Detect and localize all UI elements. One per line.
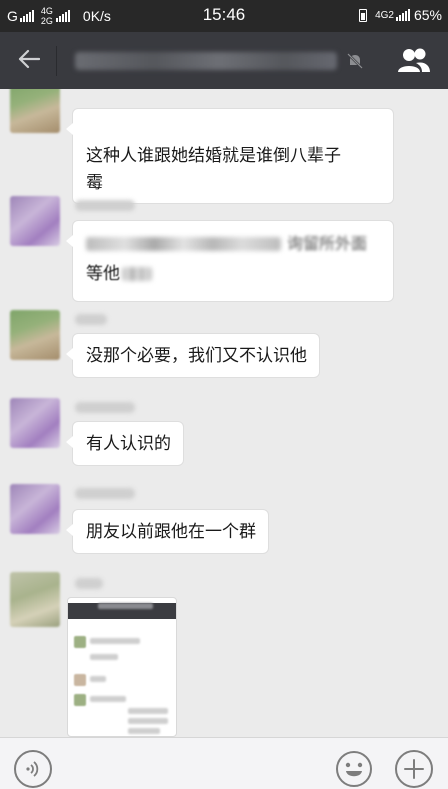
back-button[interactable] [14, 44, 44, 74]
emoji-button[interactable] [335, 750, 373, 788]
thumbnail-avatar [74, 674, 86, 686]
muted-bell-icon [347, 53, 363, 69]
avatar[interactable] [10, 196, 60, 246]
blurred-text [86, 237, 281, 251]
message-text: 朋友以前跟他在一个群 [86, 522, 256, 542]
chat-title-bar [0, 32, 448, 89]
avatar[interactable] [10, 484, 60, 534]
message-text: 没那个必要，我们又不认识他 [86, 346, 307, 366]
battery-percent: 65% [413, 7, 442, 23]
thumbnail-row [128, 728, 160, 734]
signal-icon-3 [395, 9, 411, 21]
thumbnail-header [68, 603, 176, 619]
blurred-text [122, 267, 152, 281]
group-members-button[interactable] [396, 46, 432, 76]
avatar[interactable] [10, 572, 60, 627]
network-right-label: 4G2 [375, 9, 394, 21]
message-bubble[interactable]: 询留所外面 等他 [66, 220, 394, 302]
message-text: 有人认识的 [86, 434, 171, 454]
voice-input-button[interactable] [14, 750, 52, 788]
sender-nickname-blurred [75, 578, 103, 589]
chat-input-bar [0, 737, 448, 789]
thumbnail-avatar [74, 694, 86, 706]
message-text: 等他 [86, 264, 120, 284]
back-arrow-icon [18, 49, 40, 69]
sender-nickname-blurred [75, 200, 135, 211]
thumbnail-row [90, 654, 118, 660]
status-bar: G 4G 2G 0K/s 15:46 4G2 65% [0, 0, 448, 32]
thumbnail-avatar [74, 636, 86, 648]
image-message-thumbnail[interactable] [67, 597, 177, 737]
message-text: 这种人谁跟她结婚就是谁倒八辈子 霉 [86, 146, 341, 193]
thumbnail-row [128, 708, 168, 714]
voice-icon [26, 761, 39, 777]
plus-icon [404, 759, 424, 779]
message-bubble[interactable]: 有人认识的 [66, 421, 184, 466]
chat-title-blurred [75, 52, 337, 70]
message-text: 询留所外面 [287, 234, 368, 253]
status-right: 4G2 65% [359, 7, 442, 23]
avatar[interactable] [10, 89, 60, 133]
chat-messages[interactable]: 这种人谁跟她结婚就是谁倒八辈子 霉 询留所外面 等他 没那个必要，我们又不认识他 [0, 89, 448, 737]
emoji-icon [336, 751, 372, 787]
avatar[interactable] [10, 310, 60, 360]
title-divider [56, 46, 57, 76]
more-options-button[interactable] [395, 750, 433, 788]
thumbnail-row [128, 718, 168, 724]
sim-icon [359, 8, 368, 22]
avatar[interactable] [10, 398, 60, 448]
message-bubble[interactable]: 这种人谁跟她结婚就是谁倒八辈子 霉 [66, 108, 394, 204]
thumbnail-row [90, 676, 106, 682]
sender-nickname-blurred [75, 314, 107, 325]
sender-nickname-blurred [75, 488, 135, 499]
thumbnail-row [90, 696, 126, 702]
message-bubble[interactable]: 没那个必要，我们又不认识他 [66, 333, 320, 378]
message-bubble[interactable]: 朋友以前跟他在一个群 [66, 509, 269, 554]
group-members-icon [398, 48, 430, 72]
thumbnail-row [90, 638, 140, 644]
sender-nickname-blurred [75, 402, 135, 413]
